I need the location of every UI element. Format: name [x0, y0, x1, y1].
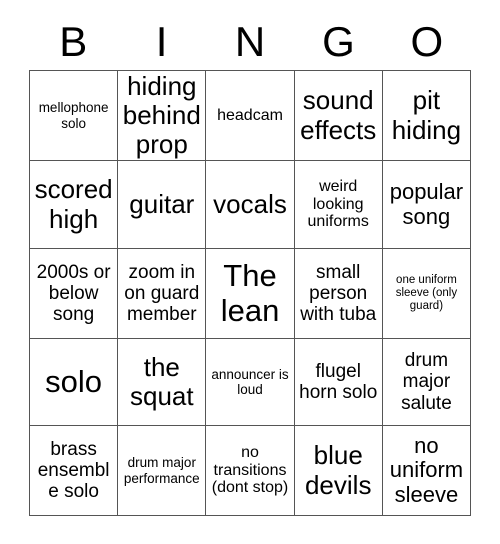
bingo-cell[interactable]: popular song: [382, 161, 472, 249]
bingo-cell[interactable]: no transitions (dont stop): [206, 426, 295, 516]
bingo-cell[interactable]: hiding behind prop: [118, 71, 207, 161]
bingo-cell-label: brass ensemble solo: [37, 438, 110, 503]
bingo-cell[interactable]: small person with tuba: [294, 249, 383, 339]
bingo-cell-label: announcer is loud: [211, 366, 289, 397]
bingo-grid: mellophone solo hiding behind prop headc…: [29, 70, 472, 516]
bingo-cell-label: sound effects: [300, 85, 377, 145]
bingo-cell-label: pit hiding: [391, 85, 462, 145]
bingo-row: scored high guitar vocals weird looking …: [30, 161, 472, 249]
bingo-cell[interactable]: zoom in on guard member: [118, 249, 207, 339]
bingo-cell-label: mellophone solo: [38, 100, 109, 131]
bingo-cell-label: drum major performance: [123, 455, 200, 486]
bingo-cell-label: vocals: [213, 188, 287, 219]
bingo-cell-label: headcam: [217, 106, 283, 124]
bingo-cell-label: 2000s or below song: [36, 261, 111, 326]
bingo-cell-label: one uniform sleeve (only guard): [395, 274, 458, 312]
bingo-cell-label: no transitions (dont stop): [211, 443, 289, 497]
header-letter-b: B: [59, 18, 88, 65]
bingo-cell-label: drum major salute: [401, 350, 452, 414]
bingo-row: solo the squat announcer is loud flugel …: [30, 339, 472, 426]
bingo-cell[interactable]: 2000s or below song: [30, 249, 119, 339]
bingo-cell-label: no uniform sleeve: [389, 432, 464, 507]
bingo-cell-label: the squat: [130, 351, 194, 411]
bingo-cell[interactable]: guitar: [118, 161, 207, 249]
bingo-cell[interactable]: mellophone solo: [30, 71, 119, 161]
bingo-cell[interactable]: pit hiding: [382, 71, 472, 161]
bingo-cell[interactable]: vocals: [206, 161, 295, 249]
bingo-row: 2000s or below song zoom in on guard mem…: [30, 249, 472, 339]
bingo-cell[interactable]: blue devils: [294, 426, 383, 516]
bingo-cell[interactable]: solo: [30, 339, 119, 426]
bingo-cell-label: The lean: [220, 257, 280, 328]
bingo-cell[interactable]: scored high: [30, 161, 119, 249]
bingo-cell[interactable]: drum major salute: [382, 339, 472, 426]
bingo-cell[interactable]: the squat: [118, 339, 207, 426]
bingo-cell[interactable]: announcer is loud: [206, 339, 295, 426]
bingo-cell-label: flugel horn solo: [299, 360, 378, 403]
bingo-cell[interactable]: headcam: [206, 71, 295, 161]
bingo-cell-label: guitar: [129, 188, 195, 219]
bingo-row: brass ensemble solo drum major performan…: [30, 426, 472, 516]
bingo-cell-label: blue devils: [304, 440, 372, 500]
bingo-cell[interactable]: The lean: [206, 249, 295, 339]
bingo-cell[interactable]: drum major performance: [118, 426, 207, 516]
header-letter-n: N: [234, 18, 266, 65]
bingo-cell-label: solo: [45, 363, 103, 399]
header-letter-g: G: [322, 18, 355, 65]
header-letter-o: O: [410, 18, 444, 65]
bingo-cell[interactable]: one uniform sleeve (only guard): [382, 249, 472, 339]
bingo-header: B I N G O: [29, 14, 471, 70]
bingo-cell[interactable]: weird looking uniforms: [294, 161, 383, 249]
bingo-cell-label: scored high: [34, 174, 113, 234]
bingo-cell-label: popular song: [389, 178, 464, 229]
bingo-cell[interactable]: flugel horn solo: [294, 339, 383, 426]
bingo-row: mellophone solo hiding behind prop headc…: [30, 71, 472, 161]
bingo-cell-label: small person with tuba: [300, 261, 377, 326]
bingo-cell[interactable]: brass ensemble solo: [30, 426, 119, 516]
bingo-cell-label: weird looking uniforms: [307, 177, 369, 231]
bingo-cell[interactable]: sound effects: [294, 71, 383, 161]
bingo-cell-label: zoom in on guard member: [124, 261, 200, 326]
bingo-card: B I N G O mellophone solo hiding behind …: [29, 14, 472, 516]
header-letter-i: I: [155, 18, 168, 65]
bingo-cell-label: hiding behind prop: [122, 71, 201, 160]
bingo-cell[interactable]: no uniform sleeve: [382, 426, 472, 516]
